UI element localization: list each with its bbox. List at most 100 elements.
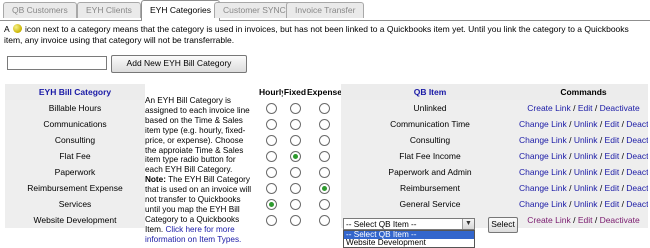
- row-commands: Change Link / Unlink / Edit / Deactivate: [519, 132, 648, 148]
- radio-hourly[interactable]: [265, 151, 277, 163]
- command-change-link-link[interactable]: Change Link: [519, 183, 567, 193]
- radio-fixed[interactable]: [289, 119, 301, 131]
- command-edit-link[interactable]: Edit: [605, 167, 620, 177]
- radio-expense[interactable]: [318, 183, 330, 195]
- tab-qb-customers[interactable]: QB Customers: [3, 2, 77, 18]
- radio-expense[interactable]: [318, 199, 330, 211]
- separator: /: [597, 135, 605, 145]
- command-edit-link[interactable]: Edit: [605, 199, 620, 209]
- select-qb-item-button[interactable]: Select: [488, 217, 518, 233]
- qb-item-select[interactable]: -- Select QB Item -- ▼: [343, 218, 475, 230]
- command-edit-link[interactable]: Edit: [605, 183, 620, 193]
- separator: /: [566, 199, 574, 209]
- command-deactivate-link[interactable]: Deactivate: [626, 167, 648, 177]
- separator: /: [592, 215, 600, 225]
- separator: /: [566, 135, 574, 145]
- table-row: Reimbursement Expense Reimbursement Change…: [5, 180, 648, 196]
- header-category[interactable]: EYH Bill Category: [5, 84, 145, 100]
- radio-fixed[interactable]: [289, 103, 301, 115]
- command-create-link-link[interactable]: Create Link: [527, 215, 570, 225]
- radio-fixed[interactable]: [289, 167, 301, 179]
- radio-hourly[interactable]: [265, 183, 277, 195]
- radio-fixed[interactable]: [289, 151, 301, 163]
- command-deactivate-link[interactable]: Deactivate: [626, 151, 648, 161]
- radio-hourly[interactable]: [265, 167, 277, 179]
- category-name: Website Development: [5, 212, 145, 228]
- cell-hourly: [259, 196, 283, 212]
- command-edit-link[interactable]: Edit: [605, 119, 620, 129]
- radio-hourly[interactable]: [265, 135, 277, 147]
- separator: /: [597, 167, 605, 177]
- command-deactivate-link[interactable]: Deactivate: [600, 215, 640, 225]
- command-deactivate-link[interactable]: Deactivate: [626, 183, 648, 193]
- cell-fixed: [283, 116, 307, 132]
- tab-bar: QB Customers EYH Clients EYH Categories …: [0, 0, 650, 21]
- command-deactivate-link[interactable]: Deactivate: [626, 199, 648, 209]
- cell-expense: [307, 164, 341, 180]
- cell-hourly: [259, 100, 283, 116]
- cell-fixed: [283, 180, 307, 196]
- radio-expense[interactable]: [318, 119, 330, 131]
- cell-hourly: [259, 180, 283, 196]
- table-row: Paperwork Paperwork and Admin Change Link …: [5, 164, 648, 180]
- radio-fixed[interactable]: [289, 183, 301, 195]
- row-commands: Change Link / Unlink / Edit / Deactivate: [519, 196, 648, 212]
- command-unlink-link[interactable]: Unlink: [574, 151, 598, 161]
- table-row: Services General Service Change Link / Unl…: [5, 196, 648, 212]
- dropdown-option[interactable]: Website Development: [344, 238, 474, 247]
- command-change-link-link[interactable]: Change Link: [519, 135, 567, 145]
- tab-customer-sync[interactable]: Customer SYNC: [214, 2, 295, 18]
- command-unlink-link[interactable]: Unlink: [574, 167, 598, 177]
- radio-fixed[interactable]: [289, 199, 301, 211]
- radio-fixed[interactable]: [289, 135, 301, 147]
- row-commands: Change Link / Unlink / Edit / Deactivate: [519, 116, 648, 132]
- separator: /: [566, 183, 574, 193]
- category-name: Services: [5, 196, 145, 212]
- table-row: Communications Communication Time Change L…: [5, 116, 648, 132]
- command-unlink-link[interactable]: Unlink: [574, 135, 598, 145]
- radio-hourly[interactable]: [265, 215, 277, 227]
- chevron-down-icon[interactable]: ▼: [462, 219, 474, 229]
- table-row: Consulting Consulting Change Link / Unlink…: [5, 132, 648, 148]
- radio-expense[interactable]: [318, 135, 330, 147]
- radio-hourly[interactable]: [265, 199, 277, 211]
- tab-eyh-categories[interactable]: EYH Categories: [141, 0, 220, 21]
- command-edit-link[interactable]: Edit: [605, 151, 620, 161]
- header-qb-item[interactable]: QB Item: [341, 84, 519, 100]
- command-change-link-link[interactable]: Change Link: [519, 167, 567, 177]
- radio-hourly[interactable]: [265, 103, 277, 115]
- tab-eyh-clients[interactable]: EYH Clients: [77, 2, 141, 18]
- command-change-link-link[interactable]: Change Link: [519, 151, 567, 161]
- info-message: icon next to a category means that the c…: [4, 24, 629, 45]
- command-deactivate-link[interactable]: Deactivate: [626, 135, 648, 145]
- command-unlink-link[interactable]: Unlink: [574, 119, 598, 129]
- qb-item-name: Paperwork and Admin: [341, 164, 519, 180]
- qb-item-name: Unlinked: [341, 100, 519, 116]
- command-change-link-link[interactable]: Change Link: [519, 199, 567, 209]
- radio-expense[interactable]: [318, 151, 330, 163]
- separator: /: [592, 103, 600, 113]
- qb-item-name: Flat Fee Income: [341, 148, 519, 164]
- tab-invoice-transfer[interactable]: Invoice Transfer: [286, 2, 365, 18]
- command-unlink-link[interactable]: Unlink: [574, 199, 598, 209]
- radio-expense[interactable]: [318, 215, 330, 227]
- command-edit-link[interactable]: Edit: [605, 135, 620, 145]
- radio-hourly[interactable]: [265, 119, 277, 131]
- radio-expense[interactable]: [318, 103, 330, 115]
- row-commands: Change Link / Unlink / Edit / Deactivate: [519, 180, 648, 196]
- command-edit-link[interactable]: Edit: [578, 103, 593, 113]
- radio-fixed[interactable]: [289, 215, 301, 227]
- info-text: A icon next to a category means that the…: [4, 24, 646, 46]
- radio-expense[interactable]: [318, 167, 330, 179]
- cell-hourly: [259, 116, 283, 132]
- command-change-link-link[interactable]: Change Link: [519, 119, 567, 129]
- separator: /: [570, 215, 578, 225]
- command-deactivate-link[interactable]: Deactivate: [600, 103, 640, 113]
- command-create-link-link[interactable]: Create Link: [527, 103, 570, 113]
- new-category-input[interactable]: [7, 56, 107, 70]
- command-unlink-link[interactable]: Unlink: [574, 183, 598, 193]
- command-deactivate-link[interactable]: Deactivate: [626, 119, 648, 129]
- add-new-category-button[interactable]: Add New EYH Bill Category: [111, 55, 247, 73]
- command-edit-link[interactable]: Edit: [578, 215, 593, 225]
- cell-fixed: [283, 212, 307, 228]
